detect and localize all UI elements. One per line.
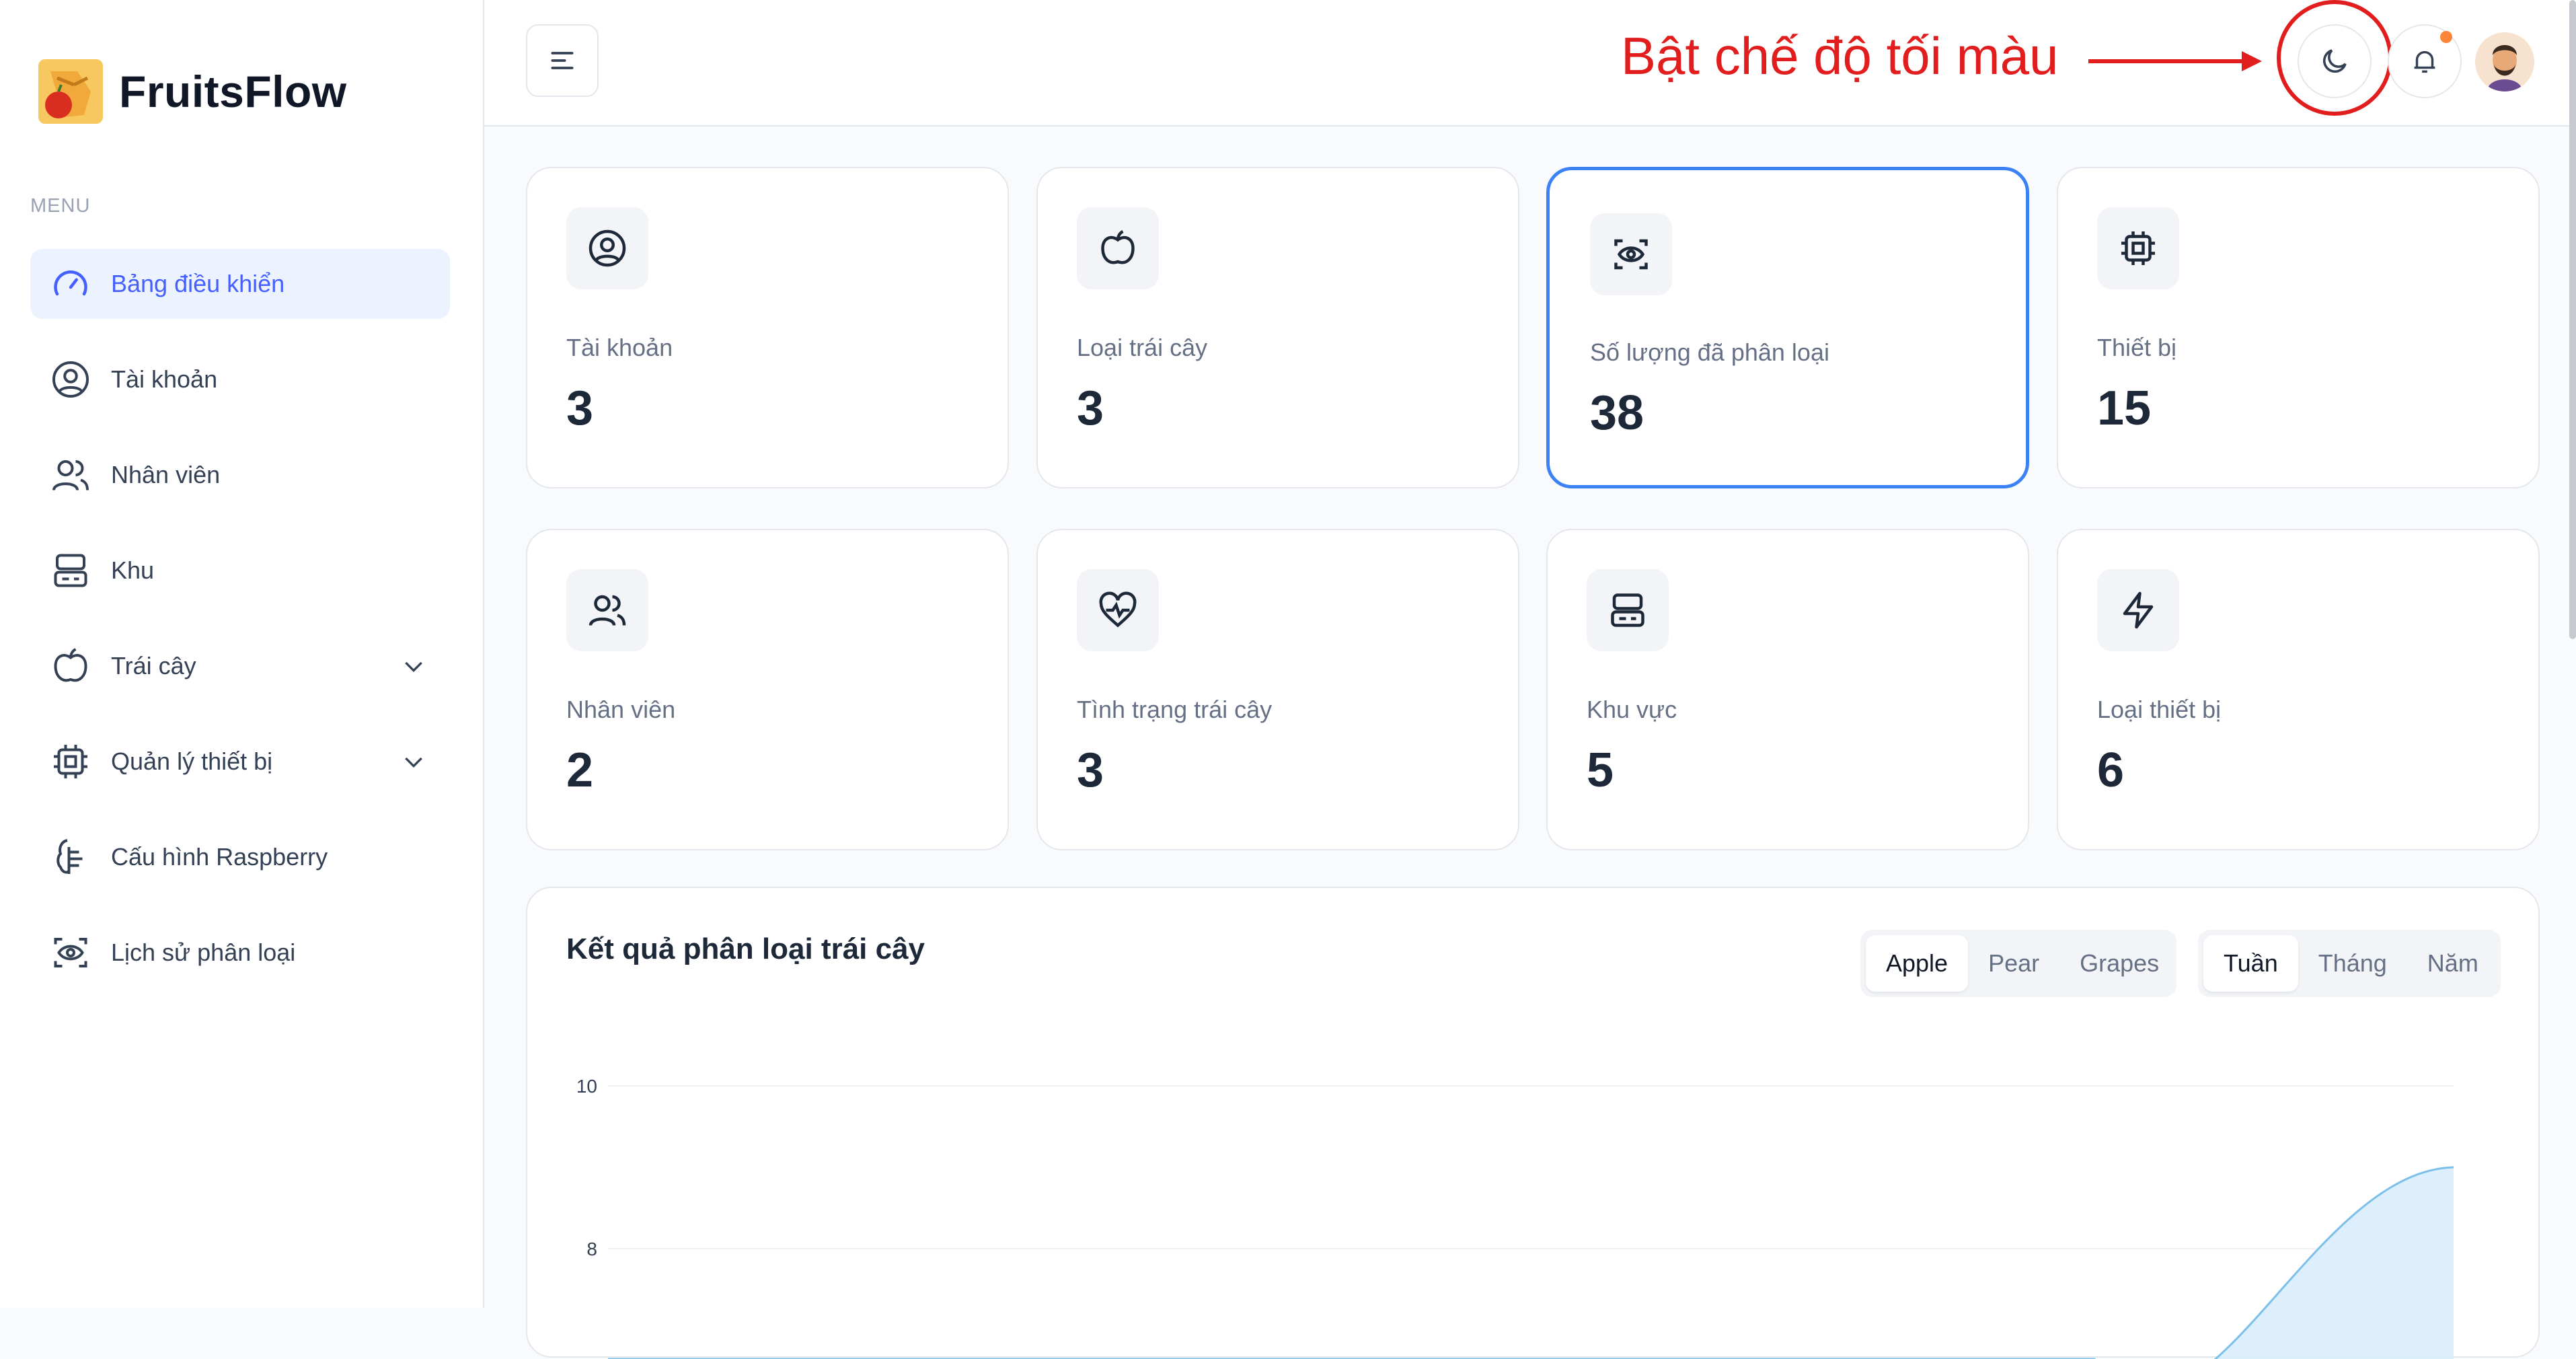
- stat-card-areas[interactable]: Khu vực 5: [1546, 529, 2029, 850]
- stat-label: Loại thiết bị: [2097, 696, 2222, 723]
- stat-value: 15: [2097, 381, 2152, 435]
- stat-card-device-types[interactable]: Loại thiết bị 6: [2057, 529, 2540, 850]
- stat-card-employees[interactable]: Nhân viên 2: [526, 529, 1009, 850]
- area-series-fill: [608, 1167, 2454, 1359]
- stat-card-fruit-types[interactable]: Loại trái cây 3: [1036, 167, 1519, 488]
- stat-card-accounts[interactable]: Tài khoản 3: [526, 167, 1009, 488]
- stat-value: 6: [2097, 743, 2125, 797]
- sidebar-item-label: Quản lý thiết bị: [111, 747, 273, 775]
- sidebar-item-label: Cấu hình Raspberry: [111, 843, 328, 871]
- stat-label: Khu vực: [1587, 696, 1677, 723]
- stat-value: 3: [1077, 743, 1104, 797]
- sidebar-item-label: Khu: [111, 556, 155, 584]
- chevron-down-icon[interactable]: [400, 653, 427, 680]
- server-icon: [1587, 569, 1669, 651]
- sidebar-item-device-management[interactable]: Quản lý thiết bị: [30, 727, 450, 797]
- notifications-button[interactable]: [2388, 24, 2462, 98]
- menu-toggle-icon: [551, 52, 574, 69]
- stat-label: Thiết bị: [2097, 334, 2177, 361]
- dashboard-gauge-icon: [50, 264, 91, 304]
- avatar[interactable]: [2475, 32, 2534, 91]
- bolt-icon: [2097, 569, 2179, 651]
- server-icon: [50, 550, 91, 591]
- chevron-down-icon[interactable]: [400, 748, 427, 775]
- sidebar-item-employees[interactable]: Nhân viên: [30, 440, 450, 510]
- stat-card-devices[interactable]: Thiết bị 15: [2057, 167, 2540, 488]
- dark-mode-toggle-button[interactable]: [2298, 24, 2372, 98]
- area-chart: 1086: [576, 1076, 2454, 1359]
- brand-name: FruitsFlow: [119, 67, 347, 116]
- sidebar-item-label: Lịch sử phân loại: [111, 939, 296, 966]
- stat-label: Tình trạng trái cây: [1077, 696, 1273, 723]
- brand[interactable]: FruitsFlow: [37, 58, 347, 125]
- sidebar-item-label: Bảng điều khiển: [111, 270, 285, 297]
- y-tick-label: 8: [586, 1239, 597, 1259]
- stat-label: Loại trái cây: [1077, 334, 1208, 361]
- sidebar-item-fruits[interactable]: Trái cây: [30, 631, 450, 701]
- y-tick-label: 10: [576, 1076, 597, 1097]
- apple-icon: [50, 646, 91, 686]
- stat-card-classified-count[interactable]: Số lượng đã phân loại 38: [1546, 167, 2029, 488]
- bell-icon: [2414, 50, 2435, 73]
- arrow-right-icon: [2088, 51, 2262, 71]
- sidebar-item-zone[interactable]: Khu: [30, 536, 450, 605]
- sidebar-item-label: Nhân viên: [111, 461, 221, 488]
- sidebar-item-raspberry-config[interactable]: Cấu hình Raspberry: [30, 822, 450, 892]
- notification-dot: [2440, 31, 2452, 43]
- sidebar-item-classification-history[interactable]: Lịch sử phân loại: [30, 918, 450, 988]
- stat-label: Số lượng đã phân loại: [1590, 338, 1829, 366]
- page-scrollbar[interactable]: [2569, 0, 2576, 639]
- cpu-chip-icon: [50, 741, 91, 782]
- area-series-line: [608, 1166, 2454, 1359]
- sidebar-nav: Bảng điều khiển Tài khoản Nhân viên Khu …: [30, 249, 450, 1013]
- moon-icon: [2322, 49, 2347, 73]
- sidebar-item-label: Trái cây: [111, 652, 196, 680]
- top-header: Bật chế độ tối màu: [484, 0, 2576, 126]
- sidebar-item-dashboard[interactable]: Bảng điều khiển: [30, 249, 450, 319]
- cpu-chip-icon: [2097, 207, 2179, 289]
- stat-value: 38: [1590, 386, 1644, 440]
- fruit-classification-chart-card: Kết quả phân loại trái cây Apple Pear Gr…: [526, 887, 2540, 1359]
- users-icon: [50, 455, 91, 495]
- sidebar: FruitsFlow MENU Bảng điều khiển Tài khoả…: [0, 0, 484, 1308]
- raspberry-icon: [50, 837, 91, 877]
- users-icon: [566, 569, 648, 651]
- user-circle-icon: [50, 359, 91, 400]
- heart-pulse-icon: [1077, 569, 1159, 651]
- user-circle-icon: [566, 207, 648, 289]
- sidebar-item-accounts[interactable]: Tài khoản: [30, 344, 450, 414]
- menu-toggle-button[interactable]: [526, 24, 599, 97]
- stat-label: Tài khoản: [566, 334, 673, 361]
- eye-scan-icon: [50, 932, 91, 973]
- stat-label: Nhân viên: [566, 696, 676, 723]
- stat-value: 2: [566, 743, 594, 797]
- sidebar-item-label: Tài khoản: [111, 365, 218, 393]
- stat-card-fruit-status[interactable]: Tình trạng trái cây 3: [1036, 529, 1519, 850]
- user-avatar-icon: [2475, 32, 2534, 91]
- eye-scan-icon: [1590, 213, 1672, 295]
- fruitsflow-logo-icon: [38, 59, 103, 124]
- dark-mode-annotation: Bật chế độ tối màu: [1621, 26, 2059, 85]
- apple-icon: [1077, 207, 1159, 289]
- menu-section-label: MENU: [30, 195, 91, 217]
- stat-value: 3: [566, 381, 594, 435]
- stat-value: 3: [1077, 381, 1104, 435]
- stat-value: 5: [1587, 743, 1614, 797]
